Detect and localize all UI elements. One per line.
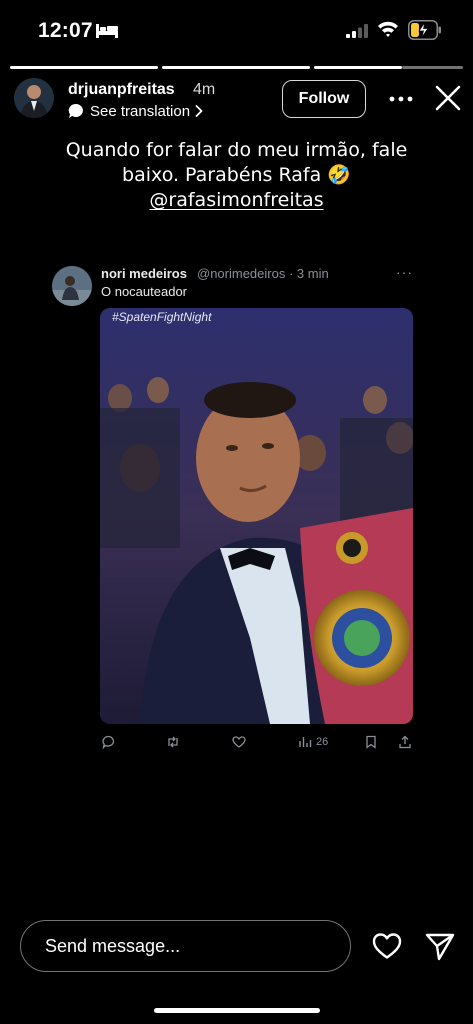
caption-mention-link[interactable]: @rafasimonfreitas bbox=[20, 188, 453, 213]
wifi-icon bbox=[378, 21, 398, 37]
follow-button[interactable]: Follow bbox=[282, 80, 366, 118]
bed-icon bbox=[96, 24, 118, 38]
media-photo bbox=[100, 308, 413, 724]
story-viewer[interactable]: drjuanpfreitas 4m See translation Follow… bbox=[0, 58, 473, 898]
story-time-ago: 4m bbox=[193, 81, 216, 98]
views-icon bbox=[299, 737, 312, 747]
more-options-icon[interactable] bbox=[386, 86, 416, 112]
see-translation-label: See translation bbox=[90, 102, 191, 120]
tweet-media: #SpatenFightNight bbox=[100, 308, 413, 724]
retweet-action[interactable] bbox=[166, 732, 180, 752]
like-heart-icon[interactable] bbox=[371, 930, 403, 962]
reply-action[interactable] bbox=[102, 732, 116, 752]
bookmark-action[interactable] bbox=[364, 732, 378, 752]
tweet-action-bar: 26 bbox=[100, 732, 420, 754]
signal-icon bbox=[346, 24, 368, 38]
share-action[interactable] bbox=[398, 732, 412, 752]
views-count: 26 bbox=[316, 736, 329, 748]
speech-bubble-icon bbox=[68, 103, 83, 118]
like-action[interactable] bbox=[232, 732, 246, 752]
tweet-text: O nocauteador bbox=[101, 284, 188, 299]
story-caption: Quando for falar do meu irmão, fale baix… bbox=[20, 138, 453, 213]
profile-avatar[interactable] bbox=[14, 78, 54, 118]
tweet-more-icon: ··· bbox=[396, 264, 413, 280]
tweet-handle-time: @norimedeiros · 3 min bbox=[197, 266, 329, 281]
media-hashtag: #SpatenFightNight bbox=[112, 310, 212, 324]
caption-line: baixo. Parabéns Rafa 🤣 bbox=[122, 164, 351, 186]
status-time: 12:07 bbox=[38, 19, 93, 42]
battery-charging-icon bbox=[408, 20, 441, 40]
send-direct-icon[interactable] bbox=[424, 930, 456, 962]
share-icon bbox=[399, 735, 411, 749]
retweet-icon bbox=[168, 736, 178, 748]
chevron-right-icon bbox=[195, 105, 203, 117]
story-progress-segment bbox=[314, 66, 402, 69]
story-progress-segment bbox=[10, 66, 158, 69]
home-indicator bbox=[154, 1008, 320, 1013]
tweet-author-name: nori medeiros bbox=[101, 266, 187, 281]
send-message-input[interactable] bbox=[20, 920, 351, 972]
reply-icon bbox=[102, 735, 115, 749]
story-progress-segment bbox=[402, 66, 463, 69]
see-translation-link[interactable]: See translation bbox=[68, 101, 203, 121]
tweet-avatar bbox=[52, 266, 92, 306]
story-username[interactable]: drjuanpfreitas bbox=[68, 81, 175, 99]
embedded-tweet[interactable]: nori medeiros @norimedeiros · 3 min ··· … bbox=[40, 256, 430, 816]
status-bar: 12:07 bbox=[0, 0, 473, 58]
heart-icon bbox=[232, 736, 246, 748]
views-action[interactable]: 26 bbox=[298, 732, 328, 752]
caption-line: Quando for falar do meu irmão, fale bbox=[65, 139, 408, 161]
bookmark-icon bbox=[366, 735, 376, 749]
close-icon[interactable] bbox=[432, 82, 464, 114]
story-progress-segment bbox=[162, 66, 310, 69]
